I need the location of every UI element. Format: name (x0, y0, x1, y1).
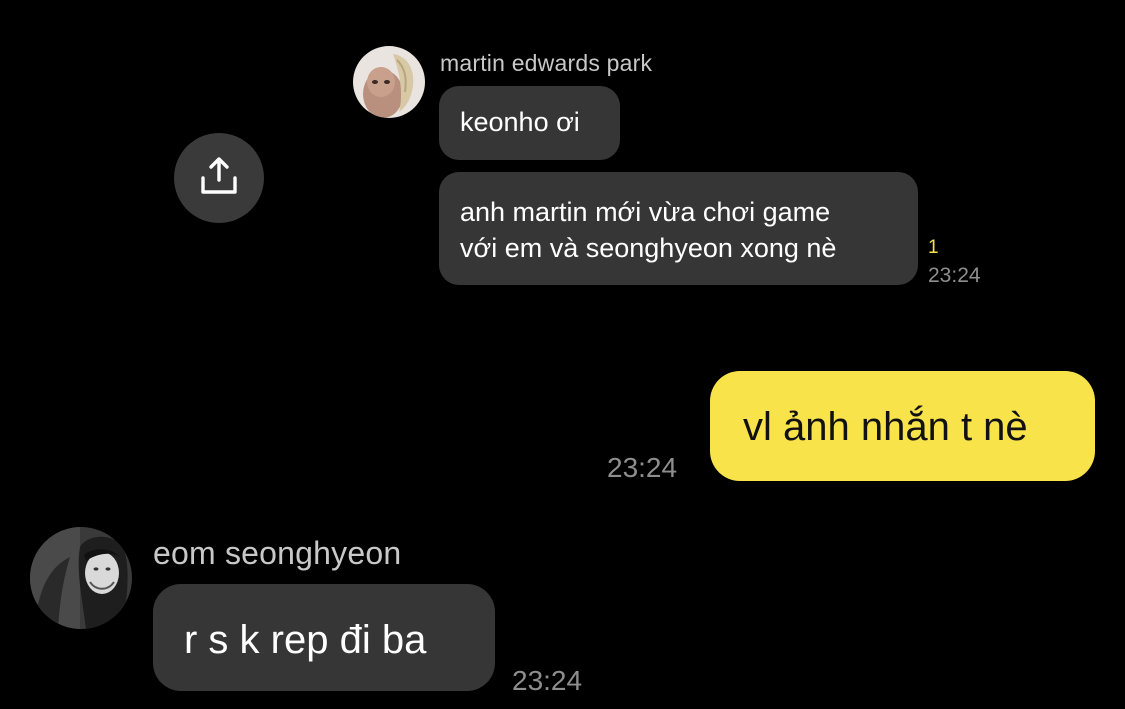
message-text: keonho ơi (460, 107, 580, 137)
avatar-martin[interactable] (353, 46, 425, 118)
avatar-seonghyeon[interactable] (30, 527, 132, 629)
sender-name-martin: martin edwards park (440, 50, 653, 76)
message-bubble-seonghyeon[interactable]: r s k rep đi ba (153, 584, 495, 691)
message-text: vl ảnh nhắn t nè (743, 405, 1028, 449)
share-button[interactable] (174, 133, 264, 223)
message-timestamp: 23:24 (607, 452, 678, 483)
message-timestamp: 23:24 (512, 665, 583, 696)
unread-count: 1 (928, 237, 939, 258)
share-upload-icon (197, 154, 241, 203)
sender-name-seonghyeon: eom seonghyeon (153, 535, 402, 571)
message-text-line-1: anh martin mới vừa chơi game (460, 197, 831, 227)
message-bubble-outgoing[interactable]: vl ảnh nhắn t nè (710, 371, 1095, 481)
message-bubble-martin-1[interactable]: keonho ơi (439, 86, 620, 160)
message-text: r s k rep đi ba (184, 618, 427, 662)
message-text-line-2: với em và seonghyeon xong nè (460, 233, 837, 263)
message-timestamp: 23:24 (928, 264, 981, 287)
message-bubble-martin-2[interactable]: anh martin mới vừa chơi game với em và s… (439, 172, 918, 285)
